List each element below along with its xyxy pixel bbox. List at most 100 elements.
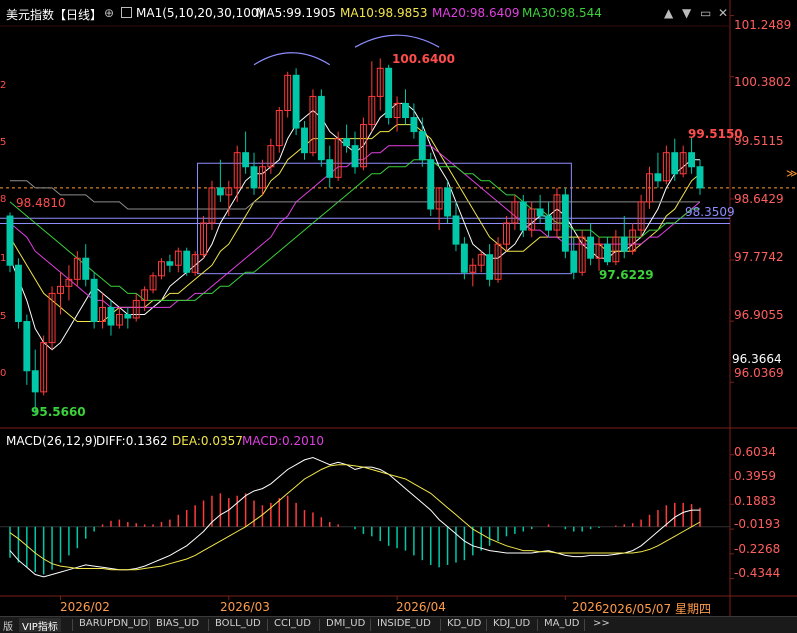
current-price-marker: ≫ xyxy=(786,167,797,180)
candle-body xyxy=(242,152,250,168)
ma-line-ma100 xyxy=(10,180,700,210)
left-axis-tick: 2 xyxy=(0,80,7,91)
left-axis-tick: 1 xyxy=(0,253,7,264)
candle-body xyxy=(460,243,468,273)
macd-tick: 0.1883 xyxy=(734,494,776,508)
tab-edition[interactable]: 版 xyxy=(0,618,16,633)
tab-divider xyxy=(149,619,150,631)
candle-body xyxy=(427,159,435,210)
candle-body xyxy=(6,215,14,266)
indicator-tab-bar: 版 VIP指标 BARUPDN_UD BIAS_UD BOLL_UD CCI_U… xyxy=(0,616,797,633)
macd-diff-value: DIFF:0.1362 xyxy=(96,434,168,448)
tab-divider xyxy=(208,619,209,631)
tab-divider xyxy=(537,619,538,631)
tab-kdj[interactable]: KDJ_UD xyxy=(490,618,533,632)
candle-body xyxy=(166,261,174,266)
tab-vip[interactable]: VIP指标 xyxy=(19,618,61,633)
candle-body xyxy=(385,67,393,119)
candle-body xyxy=(124,313,132,319)
candle-body xyxy=(452,215,460,245)
tab-divider xyxy=(486,619,487,631)
current-price-tag: 96.3664 xyxy=(732,352,782,366)
candle-body xyxy=(603,243,611,263)
candle-body xyxy=(301,127,308,154)
macd-dea-line xyxy=(9,464,701,571)
candle-body xyxy=(183,250,191,273)
tab-barupdn[interactable]: BARUPDN_UD xyxy=(76,618,151,632)
tab-divider xyxy=(267,619,268,631)
tab-divider xyxy=(72,619,73,631)
peak-arc xyxy=(354,34,440,48)
candle-body xyxy=(216,187,224,196)
low-price-label: 95.5660 xyxy=(31,405,86,419)
candle-body xyxy=(410,117,418,133)
tab-dmi[interactable]: DMI_UD xyxy=(323,618,368,632)
macd-dea-value: DEA:0.0357 xyxy=(172,434,243,448)
candle-body xyxy=(351,145,359,168)
tab-inside[interactable]: INSIDE_UD xyxy=(374,618,434,632)
recent-low-label: 97.6229 xyxy=(599,268,654,282)
tab-divider xyxy=(584,619,585,631)
ma-line-ma30 xyxy=(9,159,700,301)
recent-high-label: 99.5150 xyxy=(688,127,743,141)
candle-body xyxy=(696,166,704,189)
box-left-level-label: 98.4810 xyxy=(16,196,66,210)
candle-body xyxy=(418,131,426,161)
candle-body xyxy=(14,264,22,323)
tab-kd[interactable]: KD_UD xyxy=(444,618,484,632)
candle-body xyxy=(444,187,452,217)
candle-body xyxy=(31,370,39,393)
high-price-label: 100.6400 xyxy=(392,52,456,66)
candle-body xyxy=(587,236,595,259)
macd-params-label[interactable]: MACD(26,12,9) xyxy=(6,434,97,448)
tab-more[interactable]: >> xyxy=(590,618,613,632)
candle-body xyxy=(107,306,115,326)
price-tick: 97.7742 xyxy=(734,250,784,264)
candle-body xyxy=(343,138,351,147)
price-tick: 96.0369 xyxy=(734,366,784,380)
macd-tick: -0.0193 xyxy=(734,517,781,531)
tab-boll[interactable]: BOLL_UD xyxy=(212,618,264,632)
tab-divider xyxy=(370,619,371,631)
price-chart[interactable] xyxy=(0,0,797,632)
candle-body xyxy=(620,236,628,252)
macd-value: MACD:0.2010 xyxy=(242,434,325,448)
left-axis-tick: 8 xyxy=(0,194,7,205)
candle-body xyxy=(688,152,696,168)
price-tick: 98.6429 xyxy=(734,192,784,206)
candle-body xyxy=(82,257,90,280)
box-right-level-label: 98.3509 xyxy=(685,205,735,219)
left-axis-tick: 5 xyxy=(0,137,7,148)
candle-body xyxy=(654,173,662,182)
candle-body xyxy=(90,278,98,323)
macd-tick: 0.3959 xyxy=(734,469,776,483)
candle-body xyxy=(570,250,578,273)
cursor-date-label: 2026/05/07 星期四 xyxy=(602,602,711,616)
tab-cci[interactable]: CCI_UD xyxy=(271,618,314,632)
candle-body xyxy=(250,166,258,189)
time-tick: 2026 xyxy=(572,600,603,614)
price-tick: 96.9055 xyxy=(734,308,784,322)
tab-divider xyxy=(440,619,441,631)
left-axis-tick: 5 xyxy=(0,311,7,322)
time-tick: 2026/04 xyxy=(396,600,446,614)
candle-body xyxy=(536,208,544,217)
left-axis-tick: 0 xyxy=(0,368,7,379)
tab-divider xyxy=(319,619,320,631)
candle-body xyxy=(317,95,325,161)
time-tick: 2026/03 xyxy=(220,600,270,614)
candle-body xyxy=(545,215,552,231)
candle-body xyxy=(486,254,494,280)
candle-body xyxy=(561,194,569,252)
tab-ma[interactable]: MA_UD xyxy=(541,618,583,632)
macd-diff-line xyxy=(9,456,700,578)
tab-bias[interactable]: BIAS_UD xyxy=(153,618,202,632)
price-tick: 100.3802 xyxy=(734,75,792,89)
macd-tick: 0.6034 xyxy=(734,445,776,459)
candle-body xyxy=(326,159,334,178)
peak-arc xyxy=(253,52,331,66)
candle-body xyxy=(519,201,527,231)
price-tick: 101.2489 xyxy=(734,18,792,32)
candle-body xyxy=(402,102,409,119)
macd-tick: -0.4344 xyxy=(734,566,781,580)
